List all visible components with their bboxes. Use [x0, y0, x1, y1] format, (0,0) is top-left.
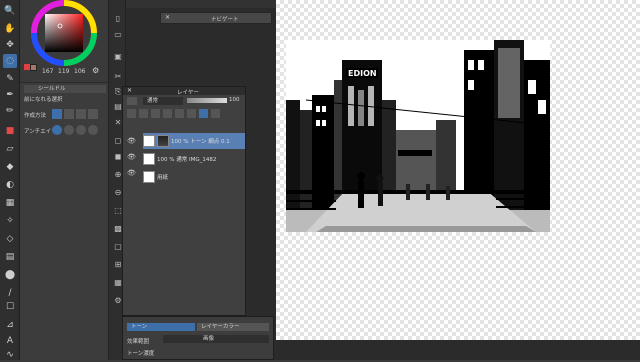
hsv-toggle-icon[interactable]: ⚙: [92, 66, 99, 75]
main-color-swatch[interactable]: [30, 64, 37, 71]
method-add-button[interactable]: [64, 109, 74, 119]
ruler-icon[interactable]: ▤: [3, 250, 17, 264]
artwork-image: EDION: [286, 40, 550, 232]
opacity-slider[interactable]: [187, 98, 227, 103]
tone-density-label: トーン濃度: [127, 351, 155, 357]
method-subtract-button[interactable]: [76, 109, 86, 119]
close-icon[interactable]: ✕: [127, 87, 132, 94]
eye-icon[interactable]: 👁: [127, 137, 136, 145]
blend-icon[interactable]: ◆: [3, 160, 17, 174]
clip-icon[interactable]: [127, 109, 136, 118]
effect-range-select[interactable]: 画像: [163, 335, 269, 343]
layer-property-button[interactable]: [127, 97, 137, 105]
pen-icon[interactable]: ✒: [3, 88, 17, 102]
text-icon[interactable]: A: [3, 334, 17, 348]
layer-panel-title: レイヤー: [177, 90, 199, 96]
pencil-icon[interactable]: ✏: [3, 104, 17, 118]
mask-icon[interactable]: [175, 109, 184, 118]
subtool-panel: シールドル 前になれる選択 作成方法 アンチエイリ: [20, 82, 108, 360]
layer-name: 100 % トーン 網点 0.1: [171, 139, 230, 145]
layer-thumbnail: [143, 135, 155, 147]
save-icon[interactable]: ▣: [112, 50, 124, 62]
eyedropper-icon[interactable]: ✎: [3, 72, 17, 86]
antialias-mid-button[interactable]: [76, 125, 86, 135]
line-icon[interactable]: ∕: [3, 286, 17, 300]
subtool-header[interactable]: シールドル: [24, 85, 106, 93]
color-wheel[interactable]: [20, 0, 108, 70]
color-icon[interactable]: [211, 109, 220, 118]
ruler-icon[interactable]: [187, 109, 196, 118]
tool-strip: 🔍 ✋ ✥ ◌ ✎ ✒ ✏ ■ ▱ ◆ ◐ ▦ ✧ ◇ ▤ ⬤ ∕ ☐ ⊿ A …: [0, 0, 20, 360]
antialias-weak-button[interactable]: [64, 125, 74, 135]
layer-row-image[interactable]: 100 % 通常 IMG_1482: [143, 151, 245, 167]
edion-sign: EDION: [348, 69, 377, 78]
bucket-icon[interactable]: ⬤: [3, 268, 17, 282]
method-intersect-button[interactable]: [88, 109, 98, 119]
layer-panel: ✕ レイヤー 通常 100 👁 👁 👁 100 % トーン 網点 0.1 100…: [122, 86, 246, 316]
creation-method-label: 作成方法: [24, 113, 47, 119]
antialias-none-button[interactable]: [52, 125, 62, 135]
reference-icon[interactable]: [139, 109, 148, 118]
layer-row-paper[interactable]: 用紙: [143, 169, 245, 185]
zoom-icon[interactable]: 🔍: [3, 4, 17, 18]
tab-layer-color[interactable]: レイヤーカラー: [197, 323, 269, 331]
effect-range-label: 効果範囲: [127, 339, 150, 345]
tool-property-panel: トーン レイヤーカラー 効果範囲 画像 トーン濃度: [122, 316, 274, 360]
open-icon[interactable]: ▭: [112, 28, 124, 40]
tab-tone[interactable]: トーン: [127, 323, 195, 331]
figure-icon[interactable]: ✧: [3, 214, 17, 228]
green-value: 119: [58, 68, 70, 75]
sub-color-swatch[interactable]: [24, 64, 30, 70]
layer-row-tone[interactable]: 100 % トーン 網点 0.1: [143, 133, 245, 149]
blend-mode-select[interactable]: 通常: [143, 97, 183, 105]
lasso-select-icon[interactable]: ◌: [3, 54, 17, 68]
cut-icon[interactable]: ✂: [112, 70, 124, 82]
layer-panel-title-bar[interactable]: ✕ レイヤー: [123, 87, 245, 96]
lock-icon[interactable]: [151, 109, 160, 118]
navigator-title: ナビゲート: [211, 17, 239, 23]
balloon-icon[interactable]: ☐: [3, 300, 17, 314]
brush-icon[interactable]: ■: [3, 124, 17, 138]
eye-icon[interactable]: 👁: [127, 153, 136, 161]
opacity-value: 100: [229, 97, 240, 103]
status-bar: [276, 340, 640, 360]
subtool-item-label[interactable]: 前になれる選択: [24, 95, 63, 103]
lock-alpha-icon[interactable]: [163, 109, 172, 118]
close-icon[interactable]: ✕: [165, 14, 170, 21]
antialias-strong-button[interactable]: [88, 125, 98, 135]
palette-icon[interactable]: [199, 109, 208, 118]
gradient-icon[interactable]: ▦: [3, 196, 17, 210]
move-icon[interactable]: ✥: [3, 38, 17, 52]
mask-thumbnail: [157, 135, 169, 147]
red-value: 167: [42, 68, 54, 75]
frame-icon[interactable]: ◇: [3, 232, 17, 246]
eraser-icon[interactable]: ▱: [3, 142, 17, 156]
fill-icon[interactable]: ◐: [3, 178, 17, 192]
navigator-title-bar[interactable]: ✕ ナビゲート: [160, 12, 272, 24]
eye-icon[interactable]: 👁: [127, 169, 136, 177]
color-wheel-panel: 167 119 106 ⚙: [20, 0, 108, 82]
layer-name: 100 % 通常 IMG_1482: [157, 157, 217, 163]
blue-value: 106: [74, 68, 86, 75]
correct-line-icon[interactable]: ⊿: [3, 318, 17, 332]
layer-toolbar: [127, 109, 245, 121]
hand-icon[interactable]: ✋: [3, 22, 17, 36]
layer-thumbnail: [143, 153, 155, 165]
layer-thumbnail: [143, 171, 155, 183]
new-icon[interactable]: ▯: [112, 12, 124, 24]
method-new-button[interactable]: [52, 109, 62, 119]
city-scene: EDION: [286, 40, 550, 232]
layer-name: 用紙: [157, 175, 169, 181]
